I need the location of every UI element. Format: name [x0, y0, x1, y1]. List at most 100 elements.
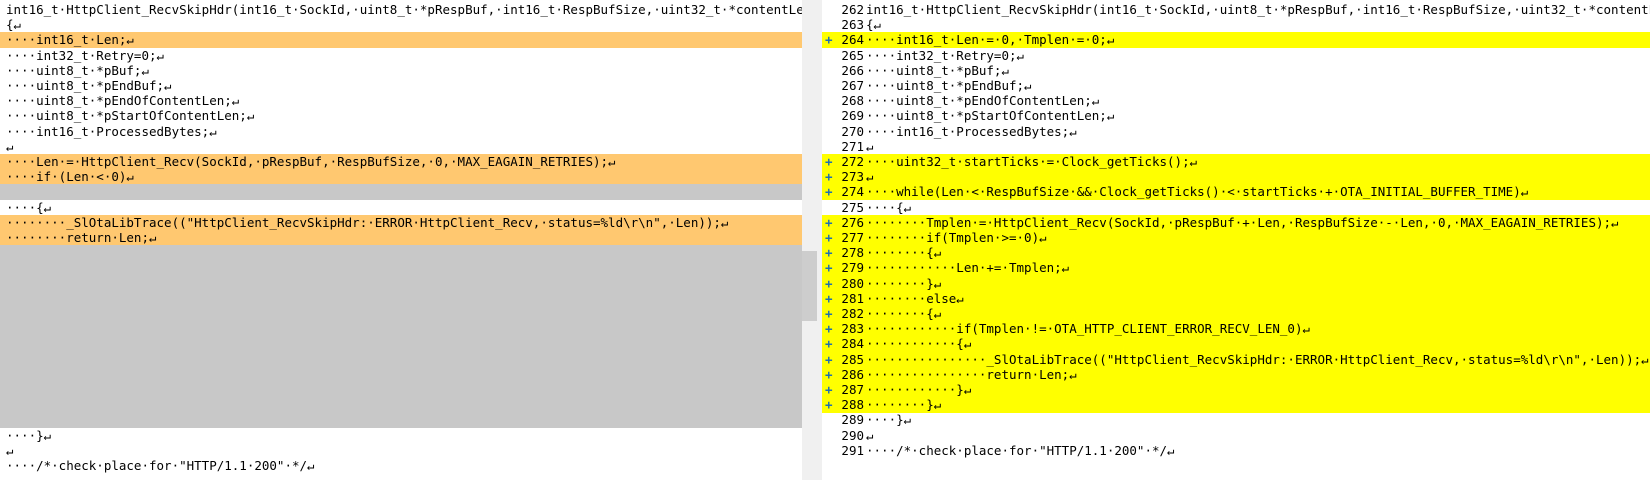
code-line[interactable]: 268 ····uint8_t·*pEndOfContentLen;↵	[822, 93, 1650, 109]
code-line[interactable]: +279 ············Len·+=·Tmplen;↵	[822, 260, 1650, 277]
scrollbar-thumb[interactable]	[802, 251, 817, 321]
code-line[interactable]: +272 ····uint32_t·startTicks·=·Clock_getT…	[822, 154, 1650, 170]
code-line[interactable]: +264 ····int16_t·Len·=·0,·Tmplen·=·0;↵	[822, 32, 1650, 49]
code-text: ····}↵	[866, 412, 912, 428]
code-line[interactable]: ····}↵	[0, 428, 802, 444]
code-line[interactable]: 275 ····{↵	[822, 200, 1650, 216]
code-line[interactable]: ····uint8_t·*pStartOfContentLen;↵	[0, 108, 802, 124]
code-line[interactable]: ↵	[0, 443, 802, 459]
code-line[interactable]: +273 ↵	[822, 169, 1650, 186]
code-text: ············Len·+=·Tmplen;↵	[866, 260, 1070, 276]
code-line[interactable]: +282 ········{↵	[822, 306, 1650, 322]
code-text: ········}↵	[866, 275, 942, 291]
left-diff-pane[interactable]: int16_t·HttpClient_RecvSkipHdr(int16_t·S…	[0, 0, 802, 480]
line-number: 285	[841, 351, 864, 367]
code-line[interactable]: +284 ············{↵	[822, 336, 1650, 353]
code-line[interactable]: ↵	[0, 139, 802, 155]
code-line[interactable]: 266 ····uint8_t·*pBuf;↵	[822, 63, 1650, 79]
right-diff-pane[interactable]: 262 int16_t·HttpClient_RecvSkipHdr(int16_…	[822, 0, 1650, 480]
code-line[interactable]: ····int16_t·ProcessedBytes;↵	[0, 124, 802, 140]
line-number: 277	[841, 230, 864, 245]
code-text: ············if(Tmplen·!=·OTA_HTTP_CLIENT…	[866, 321, 1311, 337]
code-line[interactable]: {↵	[0, 17, 802, 33]
code-line[interactable]: ····Len·=·HttpClient_Recv(SockId,·pRespB…	[0, 154, 802, 170]
code-line[interactable]: +276 ········Tmplen·=·HttpClient_Recv(Soc…	[822, 214, 1650, 231]
code-line[interactable]: ····uint8_t·*pEndOfContentLen;↵	[0, 93, 802, 109]
line-number: 289	[841, 412, 864, 428]
code-text: ····{↵	[6, 199, 52, 215]
code-line[interactable]: 291 ····/*·check·place·for·"HTTP/1.1·200"…	[822, 443, 1650, 459]
line-number: 265	[841, 47, 864, 63]
code-line[interactable]: 267 ····uint8_t·*pEndBuf;↵	[822, 78, 1650, 94]
code-text: ····Len·=·HttpClient_Recv(SockId,·pRespB…	[6, 154, 616, 169]
code-text: {↵	[866, 17, 882, 33]
code-text: ········{↵	[866, 306, 942, 321]
code-line[interactable]: 263 {↵	[822, 17, 1650, 33]
code-line[interactable]: ····int16_t·Len;↵	[0, 32, 802, 49]
code-line[interactable]: int16_t·HttpClient_RecvSkipHdr(int16_t·S…	[0, 2, 802, 18]
code-text: ········Tmplen·=·HttpClient_Recv(SockId,…	[866, 214, 1619, 230]
code-text: ····int16_t·Len;↵	[6, 32, 134, 48]
line-number: 269	[841, 108, 864, 124]
line-number: 287	[841, 382, 864, 397]
code-line[interactable]: 271 ↵	[822, 139, 1650, 155]
code-line[interactable]: ········return·Len;↵	[0, 230, 802, 246]
code-line[interactable]: ····/*·check·place·for·"HTTP/1.1·200"·*/…	[0, 458, 802, 474]
code-text: int16_t·HttpClient_RecvSkipHdr(int16_t·S…	[866, 2, 1650, 17]
code-line[interactable]: ····uint8_t·*pBuf;↵	[0, 63, 802, 79]
code-line[interactable]: ········_SlOtaLibTrace(("HttpClient_Recv…	[0, 214, 802, 231]
code-line[interactable]: +285 ················_SlOtaLibTrace(("Htt…	[822, 351, 1650, 368]
code-text: ↵	[866, 138, 874, 154]
code-line[interactable]: +283 ············if(Tmplen·!=·OTA_HTTP_CL…	[822, 321, 1650, 338]
code-line[interactable]: +288 ········}↵	[822, 397, 1650, 414]
code-line[interactable]: ····uint8_t·*pEndBuf;↵	[0, 78, 802, 94]
line-number: 275	[841, 199, 864, 215]
code-text: ····uint8_t·*pStartOfContentLen;↵	[6, 108, 255, 124]
code-line[interactable]: 262 int16_t·HttpClient_RecvSkipHdr(int16_…	[822, 2, 1650, 18]
code-text: ↵	[866, 427, 874, 443]
code-line[interactable]: +280 ········}↵	[822, 275, 1650, 292]
code-line[interactable]: +287 ············}↵	[822, 382, 1650, 398]
code-text: ↵	[6, 138, 14, 154]
code-text: ····if·(Len·<·0)↵	[6, 169, 134, 185]
code-line[interactable]: +281 ········else↵	[822, 290, 1650, 307]
line-number: 266	[841, 62, 864, 78]
line-number: 270	[841, 123, 864, 139]
code-text: ····int16_t·ProcessedBytes;↵	[866, 123, 1077, 139]
code-text: ····int32_t·Retry=0;↵	[866, 47, 1025, 63]
line-number: 282	[841, 306, 864, 321]
line-number: 286	[841, 366, 864, 382]
code-line[interactable]: +278 ········{↵	[822, 245, 1650, 262]
code-line[interactable]: +277 ········if(Tmplen·>=·0)↵	[822, 230, 1650, 246]
code-line[interactable]: 290 ↵	[822, 428, 1650, 444]
line-number: 274	[841, 184, 864, 200]
code-line[interactable]: ····int32_t·Retry=0;↵	[0, 48, 802, 64]
line-number: 281	[841, 290, 864, 306]
code-text: ····int32_t·Retry=0;↵	[6, 47, 165, 63]
code-line[interactable]: 270 ····int16_t·ProcessedBytes;↵	[822, 124, 1650, 140]
code-text: ················return·Len;↵	[866, 366, 1077, 382]
code-text: ····uint8_t·*pBuf;↵	[866, 62, 1009, 78]
line-number: 279	[841, 260, 864, 276]
code-text: ········}↵	[866, 397, 942, 413]
code-text: ····int16_t·Len·=·0,·Tmplen·=·0;↵	[866, 32, 1115, 48]
code-text: ↵	[6, 442, 14, 458]
line-number: 290	[841, 427, 864, 443]
code-text: ············}↵	[866, 382, 972, 397]
code-line[interactable]: ····if·(Len·<·0)↵	[0, 169, 802, 186]
code-line[interactable]: ····{↵	[0, 200, 802, 216]
code-line[interactable]: +286 ················return·Len;↵	[822, 366, 1650, 383]
vertical-scrollbar[interactable]	[802, 0, 822, 480]
line-number: 272	[841, 154, 864, 169]
code-line[interactable]: +274 ····while(Len·<·RespBufSize·&&·Clock…	[822, 184, 1650, 201]
code-line[interactable]: 265 ····int32_t·Retry=0;↵	[822, 48, 1650, 64]
code-line[interactable]: 289 ····}↵	[822, 412, 1650, 428]
line-number: 288	[841, 397, 864, 413]
code-text: ············{↵	[866, 336, 972, 352]
line-number: 267	[841, 78, 864, 93]
code-text: ········if(Tmplen·>=·0)↵	[866, 230, 1047, 245]
code-line[interactable]: 269 ····uint8_t·*pStartOfContentLen;↵	[822, 108, 1650, 124]
code-text: ····{↵	[866, 199, 912, 215]
line-number: 291	[841, 442, 864, 458]
line-number: 276	[841, 214, 864, 230]
